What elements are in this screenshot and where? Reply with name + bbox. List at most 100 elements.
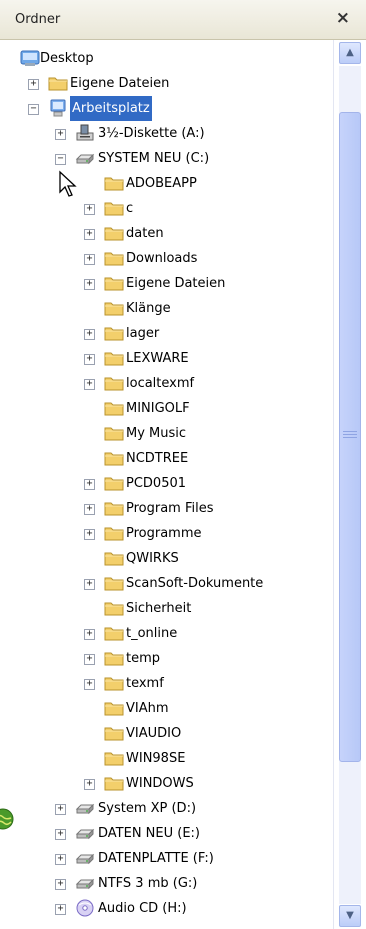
tree-item-label: lager <box>126 326 160 341</box>
folder-icon <box>104 199 124 217</box>
computer-icon <box>48 99 68 117</box>
folder-icon <box>104 349 124 367</box>
tree-item[interactable]: WIN98SE <box>0 746 330 771</box>
vertical-scrollbar[interactable]: ▲ ▼ <box>333 40 366 929</box>
hard-drive-icon <box>75 149 95 167</box>
expand-icon[interactable]: + <box>84 529 95 540</box>
tree-item[interactable]: + Eigene Dateien <box>0 271 330 296</box>
tree-item[interactable]: + Programme <box>0 521 330 546</box>
tree-item[interactable]: + ScanSoft-Dokumente <box>0 571 330 596</box>
expand-icon[interactable]: + <box>84 629 95 640</box>
tree-item[interactable]: MINIGOLF <box>0 396 330 421</box>
tree-item[interactable]: NCDTREE <box>0 446 330 471</box>
folder-icon <box>104 274 124 292</box>
tree-item-label: ScanSoft-Dokumente <box>126 576 264 591</box>
expand-icon[interactable]: + <box>84 329 95 340</box>
expand-icon[interactable]: + <box>84 379 95 390</box>
tree-item[interactable]: − Arbeitsplatz <box>0 96 330 121</box>
folder-icon <box>104 499 124 517</box>
folder-icon <box>104 549 124 567</box>
tree-item[interactable]: ADOBEAPP <box>0 171 330 196</box>
tree-item[interactable]: − SYSTEM NEU (C:) <box>0 146 330 171</box>
expand-icon[interactable]: + <box>55 854 66 865</box>
tree-item[interactable]: + Program Files <box>0 496 330 521</box>
tree-item-label: Programme <box>126 526 202 541</box>
collapse-icon[interactable]: − <box>28 104 39 115</box>
expand-icon[interactable]: + <box>84 479 95 490</box>
tree-item[interactable]: + NTFS 3 mb (G:) <box>0 871 330 896</box>
scroll-thumb[interactable] <box>339 112 361 762</box>
tree-item[interactable]: + PCD0501 <box>0 471 330 496</box>
tree-item-label: System XP (D:) <box>98 801 197 816</box>
expand-icon[interactable]: + <box>55 804 66 815</box>
tree-item[interactable]: + LEXWARE <box>0 346 330 371</box>
globe-icon <box>0 808 14 830</box>
expand-icon[interactable]: + <box>55 829 66 840</box>
tree-item-label: Desktop <box>40 51 94 66</box>
tree-item-label: Klänge <box>126 301 171 316</box>
tree-item[interactable]: Desktop <box>0 46 330 71</box>
folder-icon <box>104 699 124 717</box>
tree-item[interactable]: Klänge <box>0 296 330 321</box>
expand-icon[interactable]: + <box>84 279 95 290</box>
hard-drive-icon <box>75 874 95 892</box>
tree-item[interactable]: + daten <box>0 221 330 246</box>
tree-item[interactable]: + DATENPLATTE (F:) <box>0 846 330 871</box>
tree-item[interactable]: VIAUDIO <box>0 721 330 746</box>
tree-item-label: WINDOWS <box>126 776 194 791</box>
tree-item[interactable]: VIAhm <box>0 696 330 721</box>
tree-item-label: DATENPLATTE (F:) <box>98 851 214 866</box>
tree-item[interactable]: Sicherheit <box>0 596 330 621</box>
tree-item[interactable]: + Audio CD (H:) <box>0 896 330 921</box>
collapse-icon[interactable]: − <box>55 154 66 165</box>
expand-icon[interactable]: + <box>84 579 95 590</box>
expand-icon[interactable]: + <box>55 904 66 915</box>
hard-drive-icon <box>75 799 95 817</box>
tree-item-label: QWIRKS <box>126 551 179 566</box>
expand-icon[interactable]: + <box>84 504 95 515</box>
tree-item-label: 3½-Diskette (A:) <box>98 126 205 141</box>
expand-icon[interactable]: + <box>84 679 95 690</box>
tree-item[interactable]: + System XP (D:) <box>0 796 330 821</box>
expand-icon[interactable]: + <box>55 129 66 140</box>
expand-icon[interactable]: + <box>55 879 66 890</box>
folder-icon <box>104 774 124 792</box>
tree-item[interactable]: + t_online <box>0 621 330 646</box>
expand-icon[interactable]: + <box>84 229 95 240</box>
expand-icon[interactable]: + <box>84 204 95 215</box>
tree-item[interactable]: + DATEN NEU (E:) <box>0 821 330 846</box>
tree-item-label: MINIGOLF <box>126 401 190 416</box>
tree-item-label: NTFS 3 mb (G:) <box>98 876 198 891</box>
tree-item[interactable]: + temp <box>0 646 330 671</box>
tree-item[interactable]: + Downloads <box>0 246 330 271</box>
tree-item-label: c <box>126 201 134 216</box>
tree-item[interactable]: +3½-Diskette (A:) <box>0 121 330 146</box>
close-icon[interactable]: × <box>336 8 350 28</box>
tree-item[interactable]: My Music <box>0 421 330 446</box>
tree-item[interactable]: + texmf <box>0 671 330 696</box>
tree-item[interactable]: + Eigene Dateien <box>0 71 330 96</box>
tree-item-label: SYSTEM NEU (C:) <box>98 151 210 166</box>
expand-icon[interactable]: + <box>84 654 95 665</box>
tree-item[interactable]: + localtexmf <box>0 371 330 396</box>
tree-item-label: My Music <box>126 426 187 441</box>
scroll-down-button[interactable]: ▼ <box>339 905 361 927</box>
folders-pane-header: Ordner × <box>0 0 366 40</box>
tree-item-label: LEXWARE <box>126 351 189 366</box>
scroll-up-button[interactable]: ▲ <box>339 42 361 64</box>
expand-icon[interactable]: + <box>28 79 39 90</box>
cd-drive-icon <box>75 899 95 917</box>
tree-item-label: Downloads <box>126 251 198 266</box>
tree-item[interactable]: + WINDOWS <box>0 771 330 796</box>
folder-icon <box>104 599 124 617</box>
expand-icon[interactable]: + <box>84 254 95 265</box>
tree-item[interactable]: + c <box>0 196 330 221</box>
expand-icon[interactable]: + <box>84 354 95 365</box>
tree-item-label: t_online <box>126 626 178 641</box>
expand-icon[interactable]: + <box>84 779 95 790</box>
tree-item-label: PCD0501 <box>126 476 187 491</box>
desktop-icon <box>20 49 40 67</box>
tree-item-label: Arbeitsplatz <box>70 96 152 121</box>
tree-item[interactable]: QWIRKS <box>0 546 330 571</box>
tree-item[interactable]: + lager <box>0 321 330 346</box>
